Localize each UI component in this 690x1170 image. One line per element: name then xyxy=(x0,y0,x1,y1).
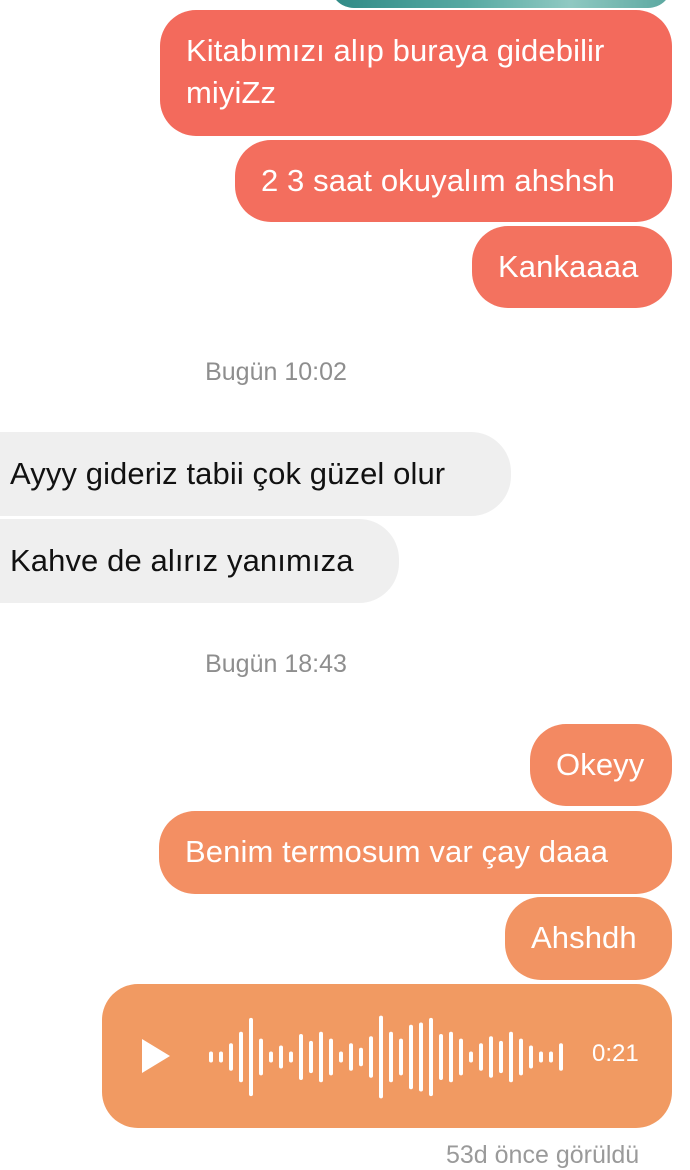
message-text: Ahshdh xyxy=(531,920,637,955)
waveform-bar xyxy=(459,1038,463,1076)
timestamp: Bugün 10:02 xyxy=(205,358,347,386)
message-text: Kitabımızı alıp buraya gidebilir miyiZz xyxy=(186,33,605,110)
play-icon[interactable] xyxy=(142,1039,170,1073)
waveform-bar xyxy=(279,1045,283,1069)
waveform-bar xyxy=(379,1015,383,1099)
waveform-bar xyxy=(319,1031,323,1083)
waveform-bar xyxy=(479,1043,483,1071)
shared-image-preview[interactable] xyxy=(330,0,672,8)
waveform-bar xyxy=(269,1051,273,1063)
message-text: Benim termosum var çay daaa xyxy=(185,834,609,869)
waveform-bar xyxy=(349,1043,353,1071)
message-bubble-outgoing[interactable]: 2 3 saat okuyalım ahshsh xyxy=(235,140,672,222)
audio-waveform[interactable] xyxy=(206,1009,566,1105)
waveform-bar xyxy=(529,1045,533,1069)
waveform-bar xyxy=(449,1031,453,1083)
waveform-bar xyxy=(429,1017,433,1097)
waveform-bar xyxy=(219,1051,223,1063)
message-bubble-incoming[interactable]: Ayyy gideriz tabii çok güzel olur xyxy=(0,432,511,516)
waveform-bar xyxy=(439,1034,443,1080)
waveform-bar xyxy=(249,1017,253,1097)
waveform-bar xyxy=(369,1036,373,1078)
message-bubble-incoming[interactable]: Kahve de alırız yanımıza xyxy=(0,519,399,603)
waveform-bar xyxy=(299,1034,303,1080)
message-text: Kankaaaa xyxy=(498,249,639,284)
waveform-bar xyxy=(419,1022,423,1092)
waveform-bar xyxy=(549,1051,553,1063)
waveform-bar xyxy=(409,1024,413,1090)
waveform-bar xyxy=(519,1038,523,1076)
waveform-bar xyxy=(209,1051,213,1063)
waveform-bar xyxy=(239,1031,243,1083)
message-bubble-outgoing[interactable]: Okeyy xyxy=(530,724,672,806)
message-text: 2 3 saat okuyalım ahshsh xyxy=(261,163,615,198)
waveform-bar xyxy=(499,1040,503,1074)
waveform-bar xyxy=(359,1047,363,1067)
message-bubble-outgoing[interactable]: Kitabımızı alıp buraya gidebilir miyiZz xyxy=(160,10,672,136)
waveform-bar xyxy=(389,1031,393,1083)
seen-status: 53d önce görüldü xyxy=(446,1141,640,1169)
waveform-bar xyxy=(339,1051,343,1063)
waveform-bar xyxy=(289,1051,293,1063)
message-bubble-outgoing[interactable]: Kankaaaa xyxy=(472,226,672,308)
waveform-bar xyxy=(539,1051,543,1063)
message-text: Okeyy xyxy=(556,747,645,782)
waveform-bar xyxy=(259,1038,263,1076)
waveform-bar xyxy=(309,1040,313,1074)
message-bubble-outgoing[interactable]: Benim termosum var çay daaa xyxy=(159,811,672,894)
waveform-bar xyxy=(469,1051,473,1063)
waveform-bar xyxy=(399,1038,403,1076)
voice-duration: 0:21 xyxy=(592,1040,639,1067)
message-text: Ayyy gideriz tabii çok güzel olur xyxy=(10,456,446,491)
waveform-bar xyxy=(229,1043,233,1071)
timestamp: Bugün 18:43 xyxy=(205,650,347,678)
waveform-bar xyxy=(559,1043,563,1071)
voice-message-bubble[interactable]: 0:21 xyxy=(102,984,672,1128)
message-bubble-outgoing[interactable]: Ahshdh xyxy=(505,897,672,980)
waveform-bar xyxy=(489,1036,493,1078)
message-text: Kahve de alırız yanımıza xyxy=(10,543,354,578)
waveform-bar xyxy=(509,1031,513,1083)
waveform-bar xyxy=(329,1038,333,1076)
